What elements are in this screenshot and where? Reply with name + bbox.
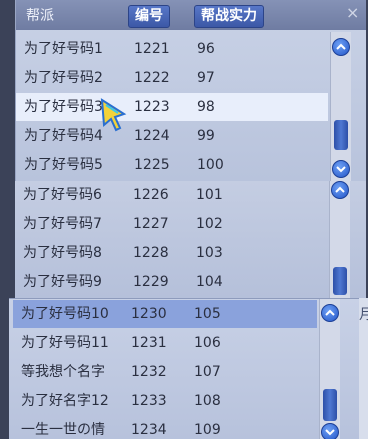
table-row[interactable]: 为了好号码11 1231 106 [13, 329, 317, 357]
guild-power: 101 [196, 187, 223, 203]
guild-power: 100 [197, 157, 224, 173]
table-row[interactable]: 为了好名字12 1233 108 [13, 387, 317, 415]
guild-power: 102 [196, 216, 223, 232]
guild-number: 1226 [133, 187, 169, 203]
guild-number: 1230 [131, 306, 167, 322]
table-row[interactable]: 为了好号码6 1226 101 [15, 181, 327, 209]
guild-power: 99 [197, 128, 215, 144]
table-row[interactable]: 为了好号码2 1222 97 [16, 64, 328, 92]
scroll-down-button[interactable] [332, 160, 350, 178]
guild-list-panel-2: 为了好号码6 1226 101 为了好号码7 1227 102 为了好号码8 1… [15, 181, 366, 298]
column-header-power-button[interactable]: 帮战实力 [194, 5, 264, 28]
guild-power: 105 [194, 306, 221, 322]
chevron-down-icon [336, 166, 346, 173]
guild-number: 1223 [134, 99, 170, 115]
guild-power: 107 [194, 364, 221, 380]
guild-number: 1225 [134, 157, 170, 173]
guild-name: 为了好号码1 [24, 41, 103, 57]
guild-name: 为了好号码10 [21, 306, 109, 322]
table-row[interactable]: 为了好号码8 1228 103 [15, 239, 327, 267]
guild-power: 106 [194, 335, 221, 351]
guild-name: 为了好号码5 [24, 157, 103, 173]
guild-number: 1221 [134, 41, 170, 57]
guild-power: 108 [194, 393, 221, 409]
guild-name: 等我想个名字 [21, 364, 105, 380]
guild-list-panel-1: 帮派 编号 帮战实力 × 为了好号码1 1221 96 为了好号码2 1222 … [15, 0, 366, 181]
pointer-cursor-icon [100, 98, 127, 132]
guild-name: 为了好号码11 [21, 335, 109, 351]
table-row[interactable]: 为了好号码4 1224 99 [16, 122, 328, 150]
guild-name: 为了好号码8 [23, 245, 102, 261]
guild-name: 一生一世の情 [21, 422, 105, 438]
table-row[interactable]: 为了好号码7 1227 102 [15, 210, 327, 238]
scrollbar[interactable] [330, 32, 351, 181]
table-row-highlighted[interactable]: 为了好号码10 1230 105 [13, 300, 317, 328]
guild-name: 为了好名字12 [21, 393, 109, 409]
guild-name: 为了好号码9 [23, 274, 102, 290]
guild-number: 1231 [131, 335, 167, 351]
table-row[interactable]: 一生一世の情 1234 109 [13, 416, 317, 439]
guild-number: 1234 [131, 422, 167, 438]
guild-list-panel-3: 为了好号码10 1230 105 为了好号码11 1231 106 等我想个名字… [9, 298, 359, 439]
table-row[interactable]: 为了好号码9 1229 104 [15, 268, 327, 296]
scroll-thumb[interactable] [323, 389, 337, 421]
guild-name: 为了好号码6 [23, 187, 102, 203]
guild-number: 1228 [133, 245, 169, 261]
guild-number: 1227 [133, 216, 169, 232]
guild-number: 1233 [131, 393, 167, 409]
chevron-up-icon [336, 43, 346, 50]
guild-number: 1232 [131, 364, 167, 380]
guild-name: 为了好号码3 [24, 99, 103, 115]
scrollbar[interactable] [319, 299, 340, 439]
guild-number: 1222 [134, 70, 170, 86]
table-row[interactable]: 为了好号码5 1225 100 [16, 151, 328, 179]
guild-power: 98 [197, 99, 215, 115]
table-row[interactable]: 为了好号码1 1221 96 [16, 35, 328, 63]
guild-power: 103 [196, 245, 223, 261]
guild-number: 1224 [134, 128, 170, 144]
adjacent-panel-text: 月 [359, 307, 368, 323]
guild-power: 109 [194, 422, 221, 438]
chevron-up-icon [335, 186, 345, 193]
column-header-guild[interactable]: 帮派 [26, 5, 54, 25]
guild-power: 96 [197, 41, 215, 57]
scroll-up-button[interactable] [321, 304, 339, 322]
scroll-up-button[interactable] [332, 38, 350, 56]
column-header-number-button[interactable]: 编号 [128, 5, 170, 28]
scrollbar[interactable] [329, 181, 350, 298]
guild-name: 为了好号码2 [24, 70, 103, 86]
chevron-down-icon [325, 429, 335, 436]
scroll-down-button[interactable] [321, 423, 339, 439]
list-header: 帮派 编号 帮战实力 × [16, 0, 366, 30]
adjacent-panel-edge: 月 [359, 298, 368, 439]
table-row[interactable]: 等我想个名字 1232 107 [13, 358, 317, 386]
table-row-selected[interactable]: 为了好号码3 1223 98 [16, 93, 328, 121]
guild-power: 104 [196, 274, 223, 290]
scroll-up-button[interactable] [331, 181, 349, 199]
guild-number: 1229 [133, 274, 169, 290]
scroll-thumb[interactable] [333, 267, 347, 295]
guild-power: 97 [197, 70, 215, 86]
chevron-up-icon [325, 309, 335, 316]
close-icon[interactable]: × [346, 3, 359, 22]
guild-name: 为了好号码4 [24, 128, 103, 144]
guild-name: 为了好号码7 [23, 216, 102, 232]
scroll-thumb[interactable] [334, 120, 348, 150]
